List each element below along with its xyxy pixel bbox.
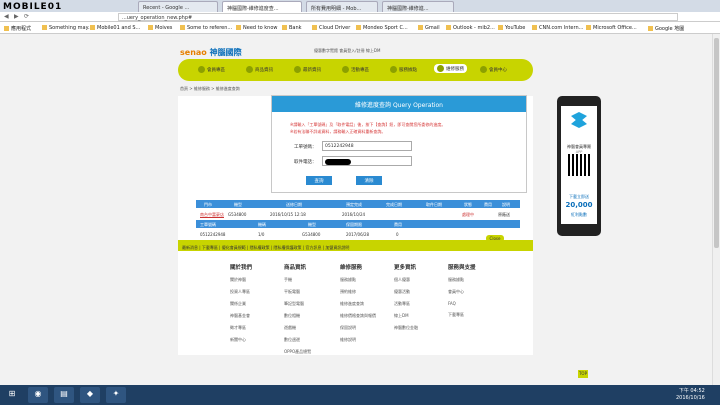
start-icon[interactable]: ⊞ [2, 387, 22, 403]
bookmark-item[interactable]: 應用程式 [4, 25, 31, 32]
bookmark-item[interactable]: Google 地圖 [648, 25, 684, 32]
order-label: 工單號碼： [294, 145, 317, 150]
query-hint-1: ※請輸入「工單號碼」及「取件電話」後，按下【查詢】鈕，即可查閱您所委修的進度。 [290, 122, 446, 127]
phone-redaction [325, 159, 351, 165]
scrollbar-thumb[interactable] [714, 38, 719, 248]
bookmark-item[interactable]: YouTube [498, 25, 525, 31]
query-panel: 維修進度查詢 Query Operation ※請輸入「工單號碼」及「取件電話」… [271, 95, 527, 193]
product-icon [246, 66, 253, 73]
phone-input[interactable] [322, 156, 412, 166]
bookmark-item[interactable]: Some to referen... [180, 25, 232, 31]
bookmark-item[interactable]: Need to know [236, 25, 277, 31]
bookmark-item[interactable]: Moives [148, 25, 172, 31]
gear-icon [437, 65, 444, 72]
office-icon [586, 25, 591, 30]
footer-col-products: 商品資訊 手機 平板電腦 筆記型電腦 數位相機 遊戲機 數位週邊 OPPO產品總覽 [284, 265, 312, 354]
bookmark-item[interactable]: Bank [282, 25, 302, 31]
reload-icon[interactable]: ⟳ [24, 13, 29, 20]
bookmark-item[interactable]: Cloud Driver [312, 25, 350, 31]
bookmark-item[interactable]: Microsoft Office... [586, 25, 637, 31]
nav-member-zone[interactable]: 會員專區 [198, 66, 225, 73]
senao-logo[interactable]: senao 神腦國際 [180, 47, 242, 58]
table-row: 南台中富豪店 G534800 2016/10/15 12:18 2016/10/24 處… [200, 212, 510, 218]
event-icon [342, 66, 349, 73]
maps-icon [648, 26, 653, 31]
app-icon-2[interactable]: ✦ [106, 387, 126, 403]
youtube-icon [498, 25, 503, 30]
apps-icon [4, 26, 9, 31]
address-bar-row: ◀ ▶ ⟳ ...uery_operation_new.php# [0, 12, 720, 22]
news-icon [294, 66, 301, 73]
folder-icon [90, 25, 95, 30]
forward-icon[interactable]: ▶ [14, 13, 19, 20]
gmail-icon [418, 25, 423, 30]
app-promo-phone[interactable]: 神腦會員專屬 APP 下載立即送 20,000 紅利點數 [557, 96, 601, 236]
footer-col-support: 服務與支援 服務據點 會員中心 FAQ 下載專區 [448, 265, 476, 317]
url-input[interactable]: ...uery_operation_new.php# [118, 13, 678, 21]
nav-member-center[interactable]: 會員中心 [480, 66, 507, 73]
bookmarks-bar: 應用程式 Something may... Mobile01 and S... … [0, 22, 720, 34]
footer-col-more: 更多資訊 個人優惠 優惠活動 活動專區 線上DM 神腦數位金融 [394, 265, 418, 330]
nav-service-points[interactable]: 服務據點 [390, 66, 417, 73]
page-scrollbar[interactable] [712, 34, 720, 385]
back-icon[interactable]: ◀ [4, 13, 9, 20]
nav-events[interactable]: 活動專區 [342, 66, 369, 73]
tab-senao-repair[interactable]: 神腦國際-維修進度查... [222, 1, 302, 12]
member-icon [198, 66, 205, 73]
footer: 最新消息 | 下載專區 | 優化會員規範 | 隱私權政策 | 隱私權保護政策 |… [178, 240, 533, 355]
folder-icon [356, 25, 361, 30]
breadcrumb: 首頁 > 維修服務 > 維修進度查詢 [180, 86, 240, 91]
cnn-icon [532, 25, 537, 30]
mobile01-watermark: MOBILE01 [3, 2, 63, 12]
table-row: 0512242948 1/0 G534800 2017/06/28 0 [200, 232, 399, 237]
bookmark-item[interactable]: Outlook - mib2... [446, 25, 495, 31]
nav-products[interactable]: 商品資訊 [246, 66, 273, 73]
folder-icon [236, 25, 241, 30]
footer-col-about: 關於我們 關於神腦 投資人專區 關係企業 神腦基金會 徵才專區 新聞中心 [230, 265, 253, 342]
phone-label: 取件電話： [294, 160, 317, 165]
footer-links[interactable]: 最新消息 | 下載專區 | 優化會員規範 | 隱私權政策 | 隱私權保護政策 |… [178, 243, 533, 251]
folder-icon [180, 25, 185, 30]
chrome-icon[interactable]: ◉ [28, 387, 48, 403]
search-button[interactable]: 查詢 [306, 176, 332, 185]
outlook-icon [446, 25, 451, 30]
senao-app-icon [571, 112, 587, 128]
query-hint-2: ※若有法聯不詳或資料，請務輸入正確資料重新查詢。 [290, 129, 386, 134]
bookmark-item[interactable]: Gmail [418, 25, 440, 31]
folder-icon [282, 25, 287, 30]
bookmark-item[interactable]: Something may... [42, 25, 93, 31]
tab-recent[interactable]: Recent - Google ... [138, 1, 218, 12]
order-input[interactable]: 0512242948 [322, 141, 412, 151]
browser-tab-bar: MOBILE01 Recent - Google ... 神腦國際-維修進度查.… [0, 0, 720, 12]
user-icon [480, 66, 487, 73]
bookmark-item[interactable]: Mobile01 and S... [90, 25, 140, 31]
clear-button[interactable]: 清除 [356, 176, 382, 185]
folder-icon [312, 25, 317, 30]
nav-repair-service[interactable]: 維修服務 [434, 64, 467, 73]
tab-senao-repair-2[interactable]: 神腦國際-維修進... [382, 1, 454, 12]
table-header-2: 工單號碼 機碼 機型 保固期限 費用 [196, 220, 520, 228]
bookmark-item[interactable]: Mondeo Sport C... [356, 25, 408, 31]
qr-code-icon [568, 154, 590, 176]
clock: 下午 04:52 2016/10/16 [676, 388, 705, 401]
query-title: 維修進度查詢 Query Operation [272, 96, 526, 112]
tab-fees[interactable]: 所有費用明細 - Mob... [306, 1, 378, 12]
windows-taskbar: ⊞ ◉ ▤ ◆ ✦ 下午 04:52 2016/10/16 [0, 385, 720, 405]
folder-icon [148, 25, 153, 30]
bookmark-item[interactable]: CNN.com Intern... [532, 25, 583, 31]
app-icon[interactable]: ◆ [80, 387, 100, 403]
footer-col-repair: 維修服務 服務據點 預約維修 維修進度查詢 維修價格查詢與報價 保固說明 維修說明 [340, 265, 376, 342]
main-nav: 會員專區 商品資訊 最新資訊 活動專區 服務據點 維修服務 會員中心 [178, 59, 533, 81]
folder-icon [42, 25, 47, 30]
back-to-top-button[interactable]: TOP [578, 370, 588, 378]
nav-news[interactable]: 最新資訊 [294, 66, 321, 73]
store-link[interactable]: 南台中富豪店 [200, 212, 224, 218]
header-links[interactable]: 優惠數字覽館 會員登入/註冊 線上DM [314, 48, 380, 54]
explorer-icon[interactable]: ▤ [54, 387, 74, 403]
location-icon [390, 66, 397, 73]
table-header: 門市 機型 送修日期 預定完成 完成日期 取件日期 狀態 費用 說明 [196, 200, 520, 208]
